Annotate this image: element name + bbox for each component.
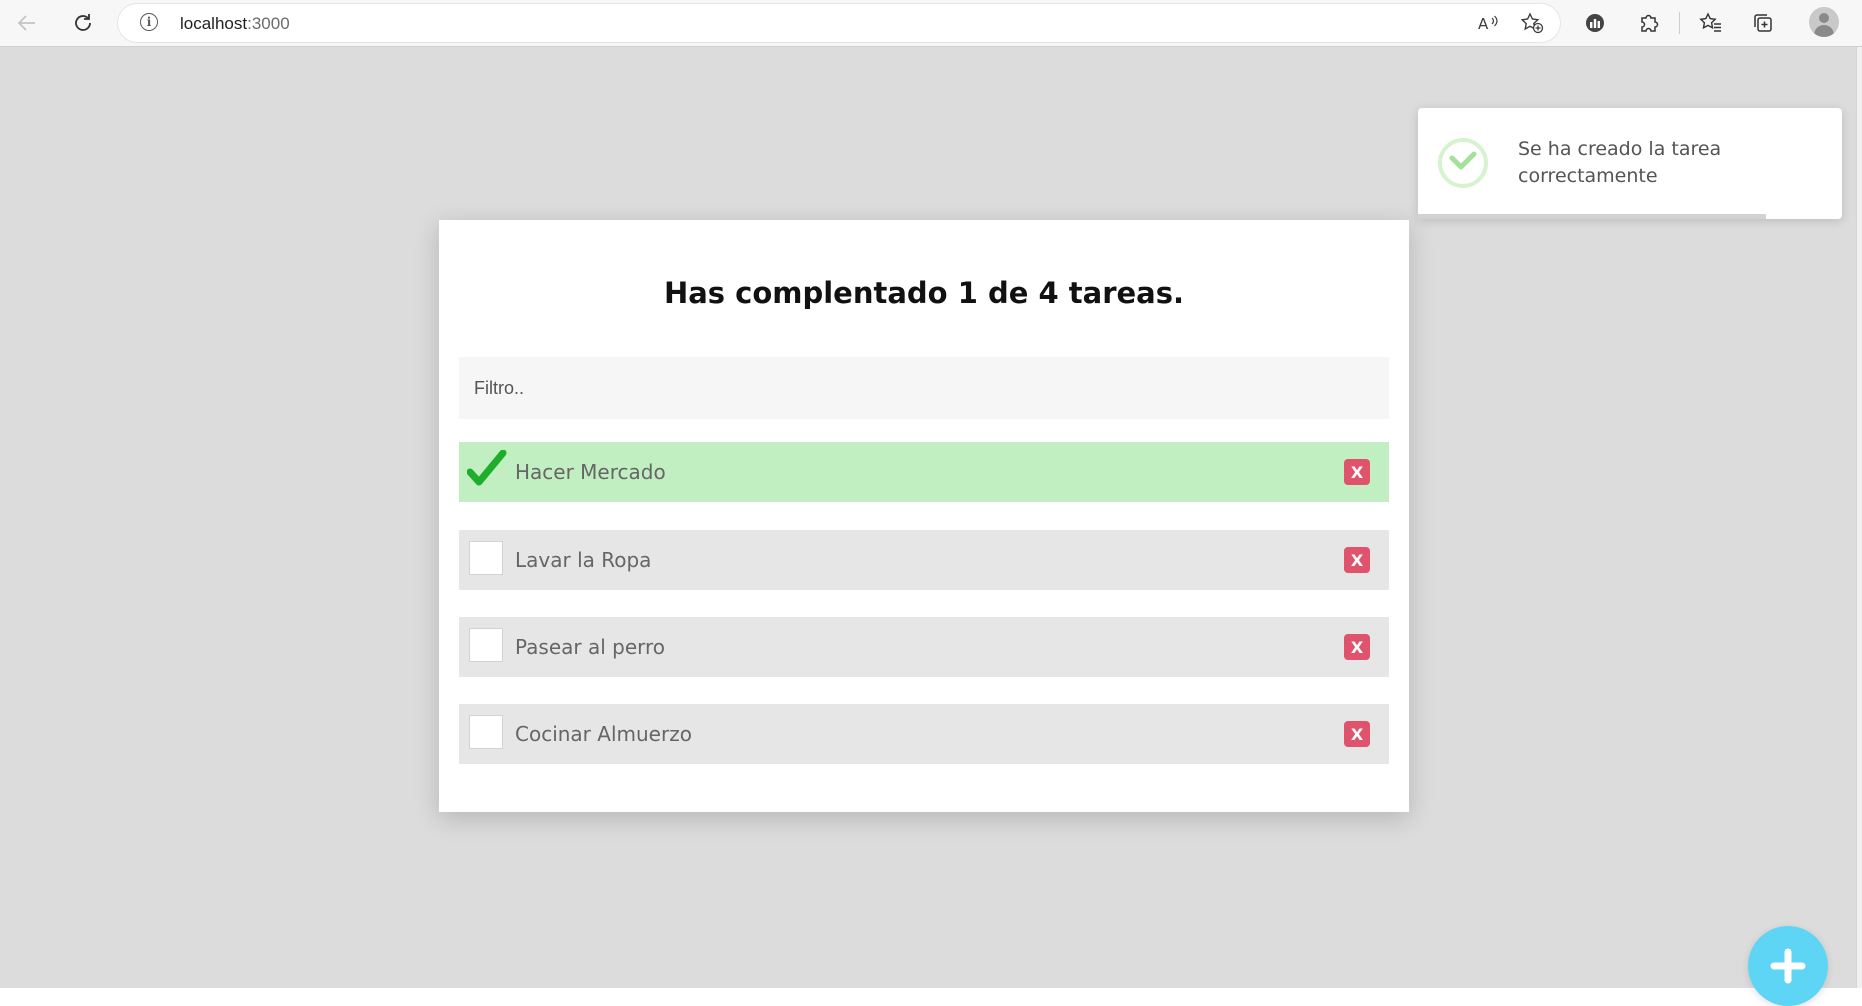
filter-input[interactable] — [459, 357, 1389, 419]
toolbar-separator — [1679, 12, 1680, 34]
url-text[interactable]: localhost:3000 — [180, 14, 290, 34]
todo-label: Lavar la Ropa — [515, 548, 652, 572]
info-icon[interactable]: i — [140, 13, 158, 31]
browser-toolbar: i localhost:3000 A — [0, 0, 1862, 47]
page-viewport: Has complentado 1 de 4 tareas. Hacer Mer… — [0, 47, 1856, 1006]
reload-icon — [75, 14, 91, 31]
star-add-icon[interactable] — [1520, 12, 1544, 34]
plus-icon — [1770, 948, 1806, 984]
scrollbar[interactable] — [1856, 47, 1862, 988]
todo-label: Hacer Mercado — [515, 460, 666, 484]
svg-text:A: A — [1478, 15, 1489, 33]
todo-label: Pasear al perro — [515, 635, 666, 659]
page-title: Has complentado 1 de 4 tareas. — [663, 276, 1185, 310]
todo-checkbox[interactable] — [469, 628, 503, 662]
collections-icon[interactable] — [1748, 8, 1778, 38]
profile-avatar-head — [1819, 13, 1829, 23]
todo-label: Cocinar Almuerzo — [515, 722, 692, 746]
delete-button[interactable]: X — [1344, 459, 1370, 485]
todo-item: Lavar la Ropa X — [459, 530, 1389, 590]
delete-button[interactable]: X — [1344, 721, 1370, 747]
favorites-icon[interactable] — [1696, 8, 1726, 38]
add-task-button[interactable] — [1748, 926, 1828, 1006]
todo-item: Pasear al perro X — [459, 617, 1389, 677]
delete-button[interactable]: X — [1344, 547, 1370, 573]
toast-message: Se ha creado la tarea correctamente — [1518, 138, 1722, 187]
puzzle-icon[interactable] — [1634, 8, 1664, 38]
address-bar[interactable]: i localhost:3000 A — [118, 4, 1560, 42]
arrow-left-icon — [17, 15, 35, 31]
todo-item: Hacer Mercado X — [459, 442, 1389, 502]
profile-icon[interactable] — [1809, 7, 1839, 37]
performance-icon[interactable] — [1580, 8, 1610, 38]
url-port: :3000 — [247, 14, 290, 33]
delete-button[interactable]: X — [1344, 634, 1370, 660]
read-aloud-icon[interactable]: A — [1476, 12, 1500, 34]
toast-progress-bar — [1418, 214, 1766, 219]
todo-checkbox[interactable] — [469, 715, 503, 749]
todo-checkbox[interactable] — [469, 541, 503, 575]
back-button[interactable] — [10, 6, 44, 40]
url-host: localhost — [180, 14, 248, 33]
todo-card: Has complentado 1 de 4 tareas. Hacer Mer… — [439, 220, 1409, 812]
todo-item: Cocinar Almuerzo X — [459, 704, 1389, 764]
reload-button[interactable] — [66, 6, 100, 40]
check-circle-icon — [1438, 138, 1488, 188]
checkmark-icon[interactable] — [467, 450, 507, 490]
success-toast[interactable]: Se ha creado la tarea correctamente — [1418, 108, 1842, 219]
profile-avatar-body — [1814, 25, 1834, 37]
